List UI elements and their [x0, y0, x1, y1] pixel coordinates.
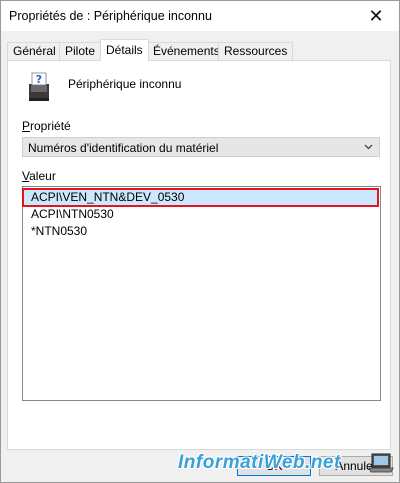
value-label-text: aleur	[29, 169, 56, 183]
list-item[interactable]: ACPI\NTN0530	[23, 206, 378, 223]
value-listbox[interactable]: ACPI\VEN_NTN&DEV_0530 ACPI\NTN0530 *NTN0…	[22, 186, 381, 401]
properties-dialog: Propriétés de : Périphérique inconnu ✕ G…	[0, 0, 400, 483]
chevron-down-icon	[364, 144, 373, 150]
property-label: Propriété	[22, 119, 71, 133]
property-dropdown-value: Numéros d'identification du matériel	[28, 141, 219, 155]
details-panel: ? Périphérique inconnu Propriété Numéros…	[7, 60, 391, 450]
device-name: Périphérique inconnu	[68, 77, 182, 91]
tab-general[interactable]: Général	[7, 42, 62, 60]
close-icon[interactable]: ✕	[353, 1, 399, 31]
tab-ressources[interactable]: Ressources	[218, 42, 294, 60]
svg-text:?: ?	[36, 73, 42, 86]
property-label-text: ropriété	[30, 119, 71, 133]
unknown-device-icon: ?	[29, 72, 49, 101]
laptop-icon	[368, 453, 394, 473]
tab-evenements[interactable]: Événements	[147, 42, 226, 60]
watermark-text: InformatiWeb.net	[178, 452, 341, 473]
property-label-accesskey: P	[22, 119, 31, 133]
tab-details[interactable]: Détails	[100, 39, 149, 61]
list-item-selected[interactable]: ACPI\VEN_NTN&DEV_0530	[22, 188, 379, 207]
list-item[interactable]: *NTN0530	[23, 223, 378, 240]
tab-pilote[interactable]: Pilote	[59, 42, 102, 60]
value-label: Valeur	[22, 169, 56, 183]
window-title: Propriétés de : Périphérique inconnu	[9, 9, 212, 23]
property-dropdown[interactable]: Numéros d'identification du matériel	[22, 137, 380, 157]
title-bar: Propriétés de : Périphérique inconnu ✕	[1, 1, 399, 31]
